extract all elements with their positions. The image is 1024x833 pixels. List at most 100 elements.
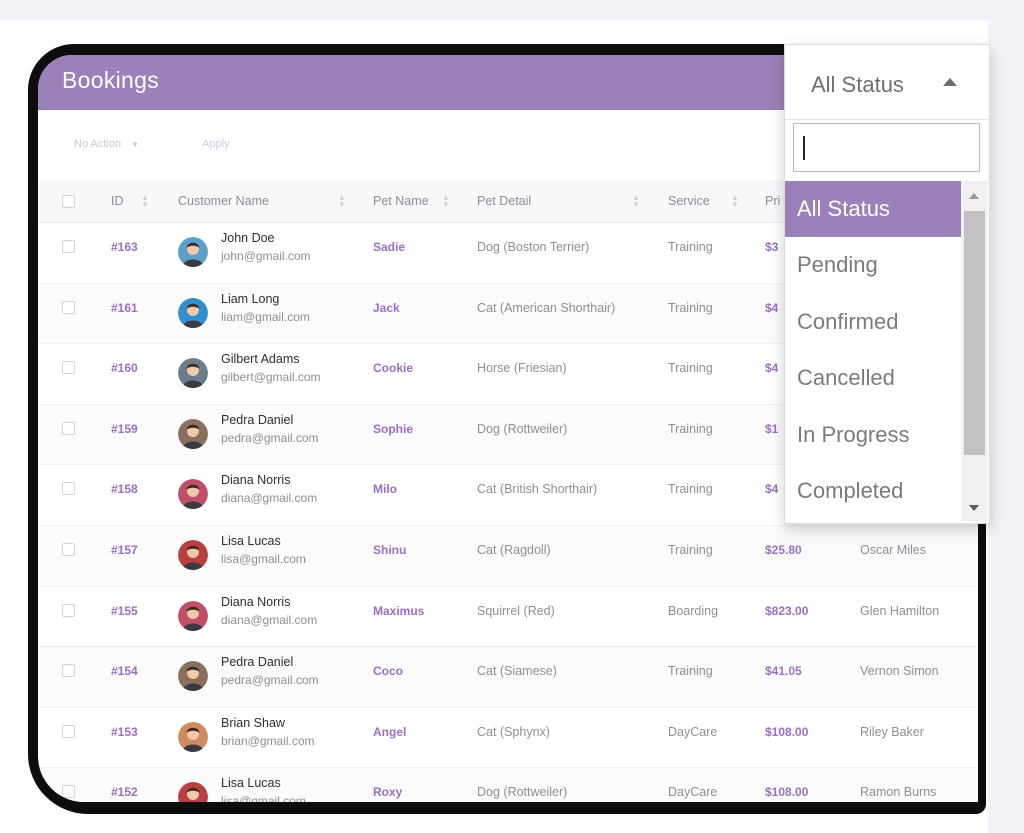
booking-id-link[interactable]: #163 <box>111 240 138 254</box>
table-row[interactable]: #152 Lisa Lucas lisa@gmail.com Roxy Dog (Rot… <box>38 768 978 802</box>
sort-icon[interactable]: ▲ ▼ <box>338 194 346 209</box>
pet-name-link[interactable]: Shinu <box>373 543 406 557</box>
customer-name: Brian Shaw <box>221 715 285 730</box>
row-checkbox[interactable] <box>62 240 75 253</box>
status-option[interactable]: Pending <box>785 237 961 293</box>
customer-email: liam@gmail.com <box>221 309 310 324</box>
price: $3 <box>765 240 779 254</box>
service-type: Training <box>668 421 713 436</box>
select-all-checkbox[interactable] <box>62 195 75 208</box>
customer-name: Diana Norris <box>221 473 291 488</box>
avatar <box>178 539 208 570</box>
booking-id-link[interactable]: #160 <box>111 361 138 375</box>
scroll-down-icon[interactable] <box>969 505 979 511</box>
pet-name-link[interactable]: Milo <box>373 482 397 496</box>
row-checkbox[interactable] <box>62 724 75 738</box>
column-header-service[interactable]: Service <box>668 194 710 208</box>
booking-id-link[interactable]: #155 <box>111 604 138 618</box>
customer-name: Diana Norris <box>221 594 291 609</box>
sort-icon[interactable]: ▲ ▼ <box>632 194 640 209</box>
service-type: DayCare <box>668 785 718 800</box>
status-filter-dropdown: All Status All Status Pending Confirmed Can… <box>784 44 990 524</box>
customer-email: diana@gmail.com <box>221 612 318 627</box>
booking-id-link[interactable]: #152 <box>111 785 138 799</box>
row-checkbox[interactable] <box>62 603 75 617</box>
price: $4 <box>765 361 779 376</box>
sort-icon[interactable]: ▲ ▼ <box>442 194 450 209</box>
pet-detail: Dog (Boston Terrier) <box>477 240 590 254</box>
booking-id-link[interactable]: #157 <box>111 543 138 557</box>
customer-name: Gilbert Adams <box>221 352 300 367</box>
customer-email: diana@gmail.com <box>221 491 318 506</box>
apply-button[interactable]: Apply <box>202 138 230 150</box>
column-header-price[interactable]: Pri <box>765 194 780 208</box>
service-type: Training <box>668 664 713 679</box>
status-option[interactable]: Confirmed <box>785 294 961 350</box>
status-filter-select[interactable]: All Status <box>785 45 989 120</box>
row-checkbox[interactable] <box>62 361 75 375</box>
table-row[interactable]: #155 Diana Norris diana@gmail.com Maximus Sq… <box>38 587 978 648</box>
scroll-up-icon[interactable] <box>969 193 979 199</box>
price: $25.80 <box>765 542 802 557</box>
booking-id-link[interactable]: #153 <box>111 725 138 739</box>
row-checkbox[interactable] <box>62 421 75 435</box>
booking-id-link[interactable]: #154 <box>111 664 138 678</box>
row-checkbox[interactable] <box>62 542 75 556</box>
page-title: Bookings <box>62 67 160 93</box>
column-header-pet-detail[interactable]: Pet Detail <box>477 194 531 208</box>
sort-icon[interactable]: ▲ ▼ <box>141 194 149 209</box>
booking-id-link[interactable]: #161 <box>111 301 138 315</box>
pet-name-link[interactable]: Sophie <box>373 422 413 436</box>
service-type: Training <box>668 542 713 557</box>
booking-id-link[interactable]: #159 <box>111 422 138 436</box>
price: $1 <box>765 421 779 436</box>
scrollbar-thumb[interactable] <box>964 211 985 455</box>
avatar <box>178 661 208 692</box>
row-checkbox[interactable] <box>62 300 75 314</box>
column-header-pet-name[interactable]: Pet Name <box>373 194 429 208</box>
service-type: Training <box>668 300 713 315</box>
customer-email: brian@gmail.com <box>221 733 315 748</box>
status-search-input[interactable] <box>793 123 980 172</box>
pet-name-link[interactable]: Angel <box>373 725 406 739</box>
price: $108.00 <box>765 785 809 800</box>
avatar <box>178 237 208 267</box>
row-checkbox[interactable] <box>62 482 75 496</box>
pet-detail: Cat (Ragdoll) <box>477 542 551 557</box>
status-search-field[interactable] <box>794 124 979 171</box>
table-row[interactable]: #157 Lisa Lucas lisa@gmail.com Shinu Cat (Ra… <box>38 525 978 587</box>
booking-id-link[interactable]: #158 <box>111 482 138 496</box>
column-header-customer[interactable]: Customer Name <box>178 194 269 208</box>
customer-email: gilbert@gmail.com <box>221 370 321 385</box>
status-option[interactable]: In Progress <box>785 407 961 463</box>
pet-detail: Dog (Rottweiler) <box>477 421 568 436</box>
avatar <box>178 358 208 389</box>
table-row[interactable]: #154 Pedra Daniel pedra@gmail.com Coco Cat (… <box>38 647 978 708</box>
pet-name-link[interactable]: Roxy <box>373 785 402 799</box>
pet-name-link[interactable]: Maximus <box>373 604 424 618</box>
price: $108.00 <box>765 724 809 739</box>
status-option[interactable]: Cancelled <box>785 350 961 406</box>
service-type: Training <box>668 482 713 497</box>
table-row[interactable]: #153 Brian Shaw brian@gmail.com Angel Cat (S… <box>38 708 978 769</box>
pet-name-link[interactable]: Sadie <box>373 240 405 254</box>
bulk-action-select[interactable]: No Action ▼ <box>74 138 139 150</box>
staff-name: Ramon Burns <box>860 785 937 800</box>
row-checkbox[interactable] <box>62 664 75 678</box>
status-option[interactable]: Completed <box>785 463 961 519</box>
options-scrollbar[interactable] <box>961 181 988 521</box>
staff-name: Riley Baker <box>860 724 924 739</box>
pet-name-link[interactable]: Jack <box>373 301 400 315</box>
column-header-id[interactable]: ID <box>111 194 124 208</box>
customer-name: John Doe <box>221 231 275 245</box>
sort-icon[interactable]: ▲ ▼ <box>731 194 739 209</box>
pet-name-link[interactable]: Cookie <box>373 361 413 375</box>
pet-name-link[interactable]: Coco <box>373 664 403 678</box>
service-type: DayCare <box>668 724 718 739</box>
bulk-action-label: No Action <box>74 138 122 150</box>
avatar <box>178 782 208 802</box>
row-checkbox[interactable] <box>62 785 75 799</box>
pet-detail: Cat (Siamese) <box>477 664 557 679</box>
customer-email: pedra@gmail.com <box>221 430 319 445</box>
status-option[interactable]: All Status <box>785 181 961 238</box>
